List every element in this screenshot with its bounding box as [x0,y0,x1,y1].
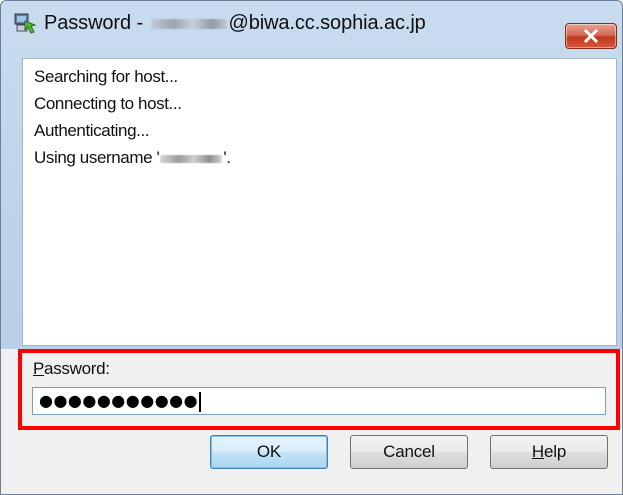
redacted-username [160,154,223,163]
log-line-username: Using username ' '. [34,148,231,168]
close-button[interactable] [565,23,617,49]
log-line: Connecting to host... [34,94,182,113]
putty-app-icon [14,12,38,36]
help-accelerator: H [531,442,544,461]
window-title-prefix: Password - [44,12,144,34]
close-icon [583,29,599,43]
log-line: Authenticating... [34,121,150,140]
window-title-host: @biwa.cc.sophia.ac.jp [228,12,426,34]
log-line: Searching for host... [34,67,178,86]
redacted-username [150,18,227,29]
log-line-username-suffix: '. [223,148,231,167]
help-button[interactable]: Help [490,435,608,469]
connection-log: Searching for host... Connecting to host… [22,58,617,346]
ok-button[interactable]: OK [210,435,328,469]
cancel-button[interactable]: Cancel [350,435,468,469]
help-label-rest: elp [543,442,567,461]
highlight-box [18,349,620,430]
window-title: Password - @biwa.cc.sophia.ac.jp [44,12,426,35]
title-bar[interactable]: Password - @biwa.cc.sophia.ac.jp [1,1,622,49]
log-line-username-prefix: Using username ' [34,148,160,167]
